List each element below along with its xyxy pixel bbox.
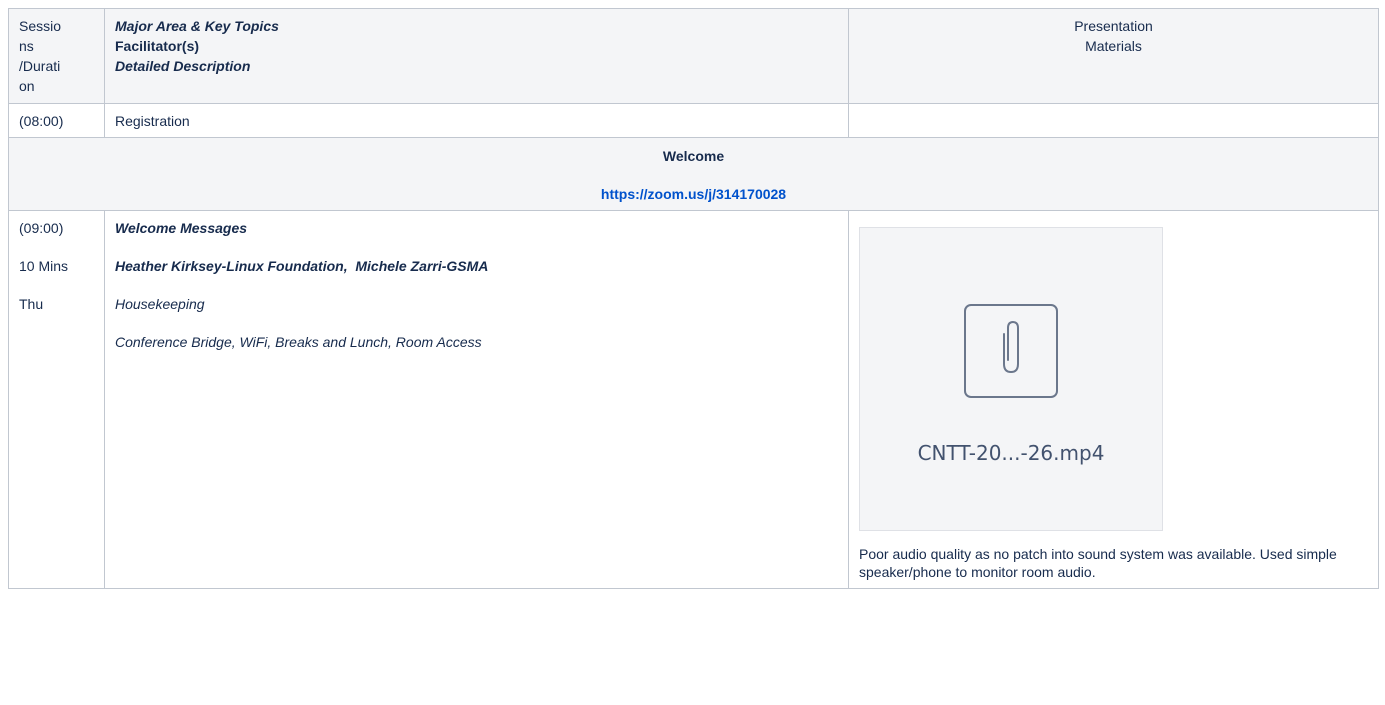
paperclip-icon bbox=[964, 304, 1058, 398]
welcome-messages-facilitators: Heather Kirksey-Linux Foundation, Michel… bbox=[115, 258, 489, 274]
header-col1-line4: on bbox=[19, 78, 35, 94]
welcome-messages-topic: Welcome Messages Heather Kirksey-Linux F… bbox=[104, 210, 849, 589]
attachment-note: Poor audio quality as no patch into soun… bbox=[859, 546, 1337, 580]
welcome-section-title: Welcome bbox=[662, 148, 725, 164]
welcome-messages-materials: CNTT-20...-26.mp4 Poor audio quality as … bbox=[848, 210, 1379, 589]
header-col1-line1: Sessio bbox=[19, 18, 62, 34]
header-materials-label: Materials bbox=[1085, 38, 1142, 54]
header-presentation: Presentation bbox=[1074, 18, 1153, 34]
registration-topic: Registration bbox=[104, 103, 849, 138]
header-topics: Major Area & Key Topics Facilitator(s) D… bbox=[104, 8, 849, 104]
header-row: Sessio ns /Durati on Major Area & Key To… bbox=[8, 8, 1379, 104]
header-major-area: Major Area & Key Topics bbox=[115, 18, 279, 34]
registration-time: (08:00) bbox=[8, 103, 105, 138]
attachment-filename: CNTT-20...-26.mp4 bbox=[917, 441, 1105, 465]
zoom-link[interactable]: https://zoom.us/j/314170028 bbox=[601, 186, 786, 202]
welcome-messages-subtitle: Housekeeping bbox=[115, 296, 205, 312]
header-col1-line2: ns bbox=[19, 38, 34, 54]
welcome-messages-session: (09:00) 10 Mins Thu bbox=[8, 210, 105, 589]
table-row-registration: (08:00) Registration bbox=[8, 103, 1379, 138]
header-col1-line3: /Durati bbox=[19, 58, 61, 74]
table-row-welcome-section: Welcome https://zoom.us/j/314170028 bbox=[8, 137, 1379, 211]
welcome-messages-duration: 10 Mins bbox=[19, 258, 69, 274]
welcome-messages-title: Welcome Messages bbox=[115, 220, 248, 236]
welcome-messages-day: Thu bbox=[19, 296, 44, 312]
welcome-section-cell: Welcome https://zoom.us/j/314170028 bbox=[8, 137, 1379, 211]
attachment-thumbnail[interactable]: CNTT-20...-26.mp4 bbox=[859, 227, 1163, 531]
header-materials: Presentation Materials bbox=[848, 8, 1379, 104]
welcome-messages-time: (09:00) bbox=[19, 220, 64, 236]
table-row-welcome-messages: (09:00) 10 Mins Thu Welcome Messages Hea… bbox=[8, 210, 1379, 589]
agenda-table: Sessio ns /Durati on Major Area & Key To… bbox=[8, 8, 1379, 589]
header-facilitators: Facilitator(s) bbox=[115, 38, 200, 54]
header-detailed-description: Detailed Description bbox=[115, 58, 251, 74]
header-sessions-duration: Sessio ns /Durati on bbox=[8, 8, 105, 104]
welcome-messages-description: Conference Bridge, WiFi, Breaks and Lunc… bbox=[115, 334, 482, 350]
registration-materials bbox=[848, 103, 1379, 138]
